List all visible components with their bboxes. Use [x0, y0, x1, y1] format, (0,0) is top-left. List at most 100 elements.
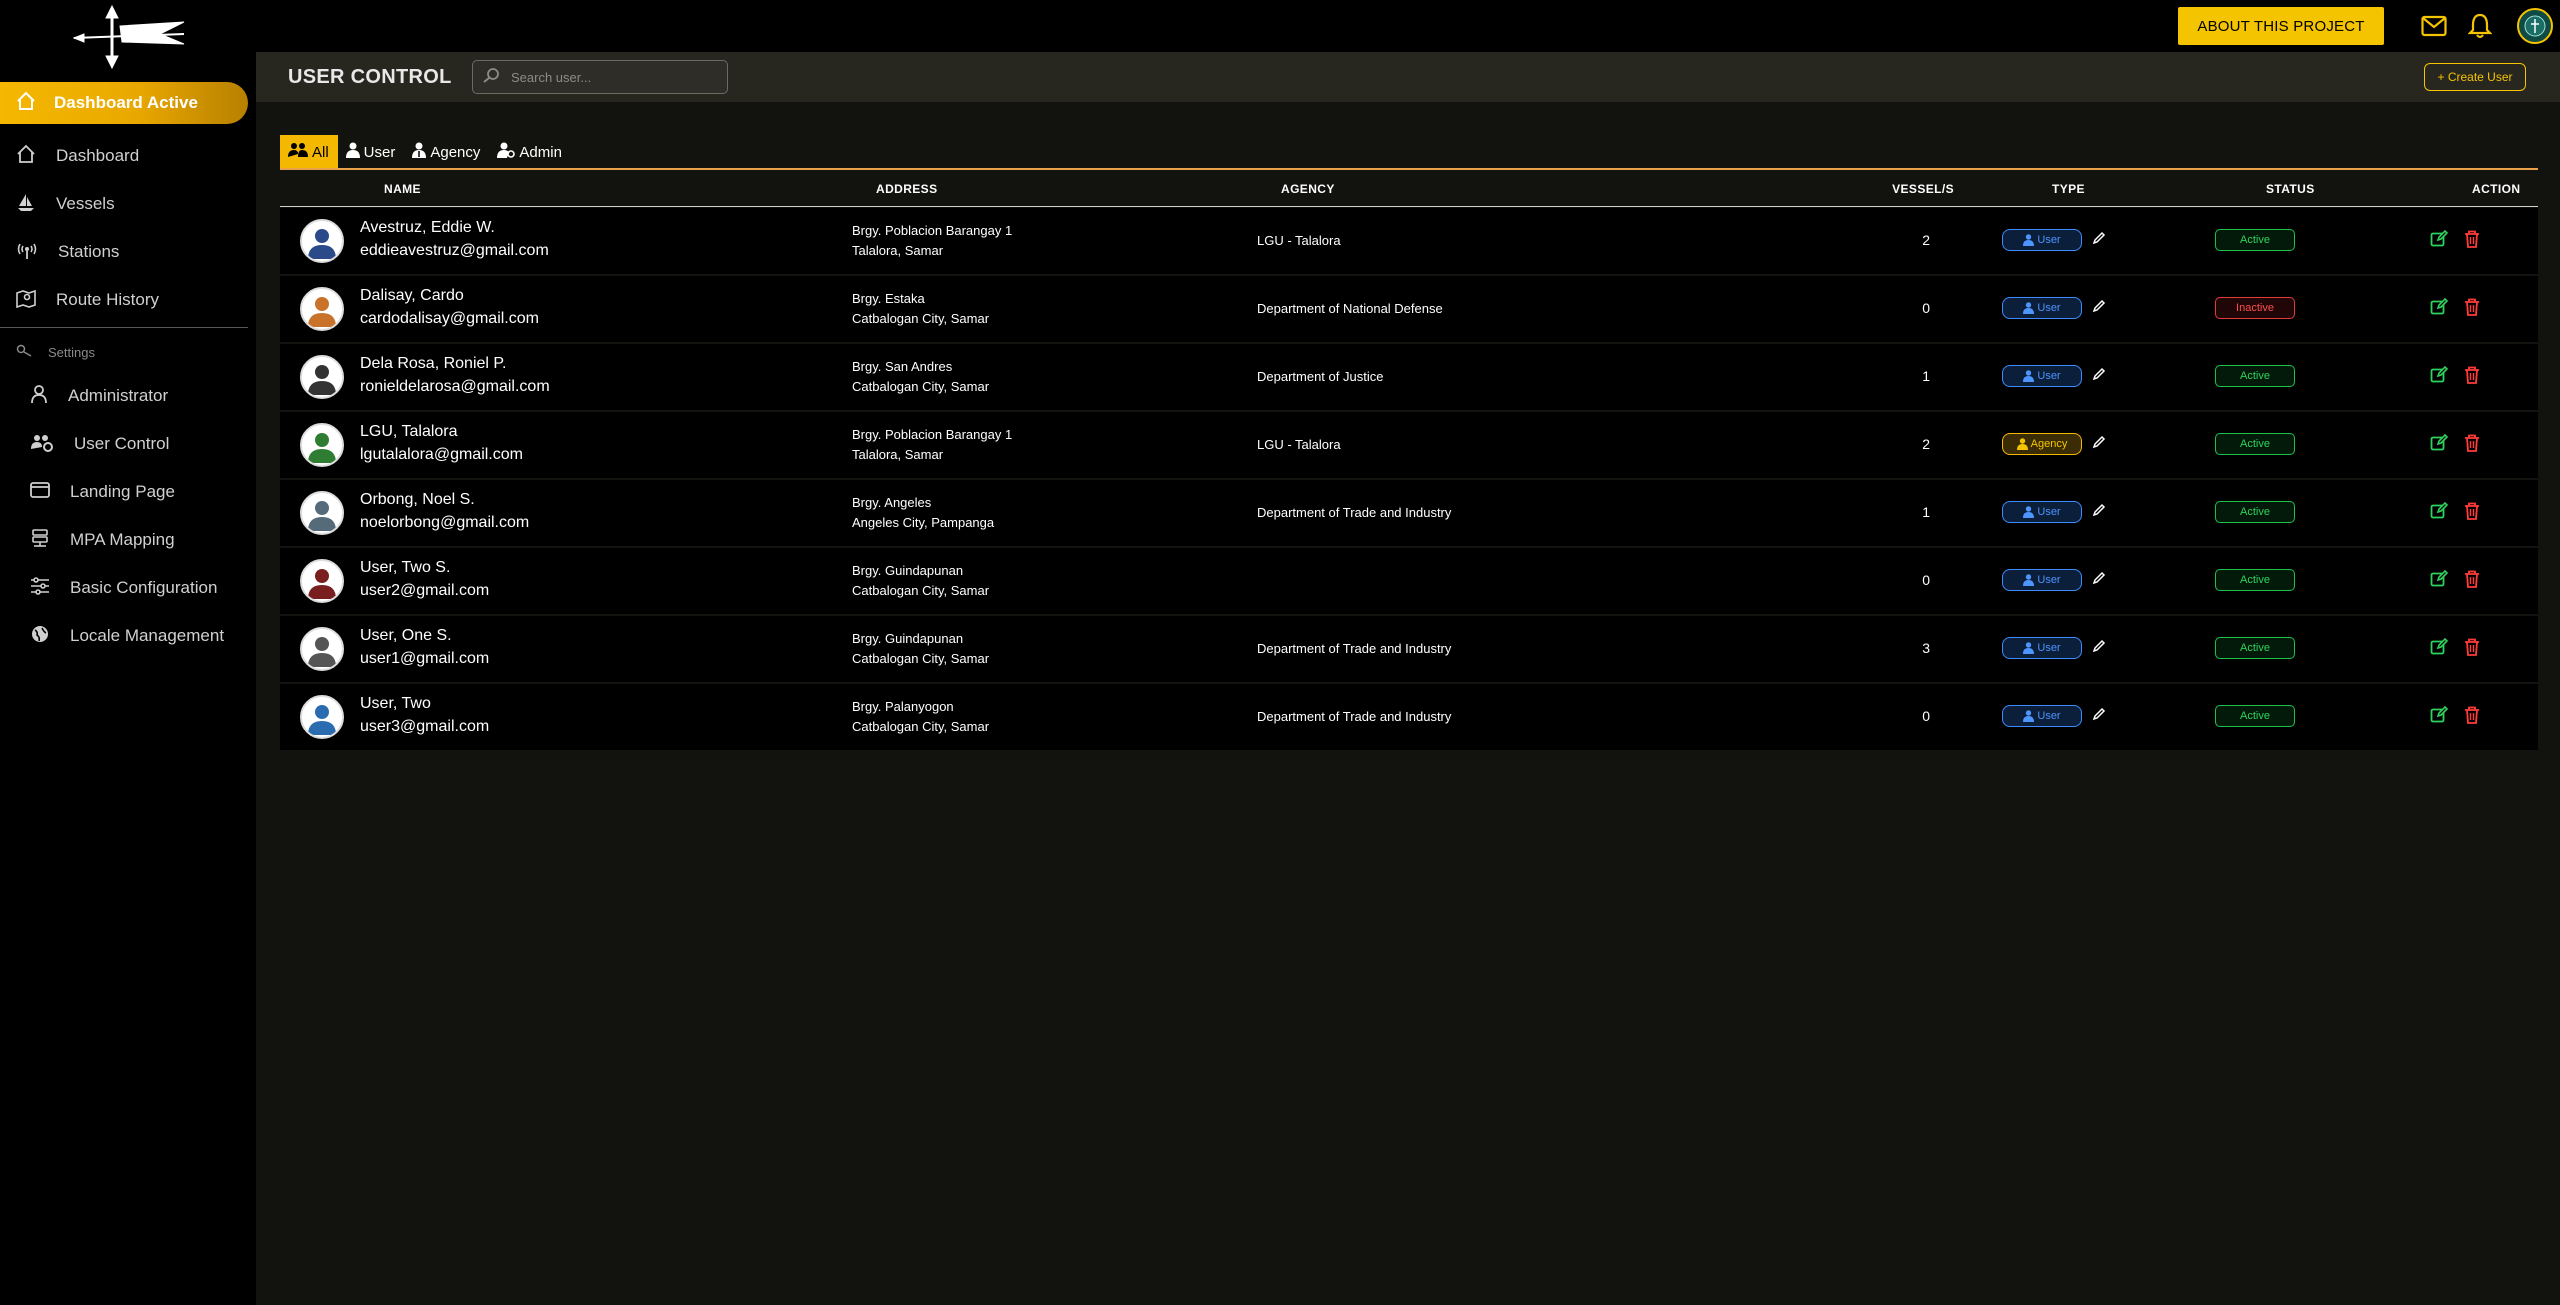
antenna-icon	[16, 240, 38, 265]
tab-user[interactable]: User	[338, 135, 405, 169]
trash-icon[interactable]	[2464, 230, 2480, 253]
sliders-icon	[30, 576, 50, 600]
sidebar-item-landing-page[interactable]: Landing Page	[0, 472, 250, 512]
edit-icon[interactable]	[2430, 569, 2449, 593]
address-line-1: Brgy. Estaka	[852, 291, 925, 306]
pencil-icon[interactable]	[2092, 367, 2106, 386]
sidebar-item-dashboard-active[interactable]: Dashboard Active	[0, 82, 248, 124]
user-name: User, Two	[360, 695, 431, 712]
edit-icon[interactable]	[2430, 297, 2449, 321]
search-box[interactable]	[472, 60, 728, 94]
trash-icon[interactable]	[2464, 502, 2480, 525]
user-avatar	[300, 627, 344, 671]
pencil-icon[interactable]	[2092, 707, 2106, 726]
user-avatar	[300, 287, 344, 331]
sidebar-item-vessels[interactable]: Vessels	[0, 184, 250, 224]
tab-admin[interactable]: Admin	[489, 135, 571, 169]
sidebar-item-locale-management[interactable]: Locale Management	[0, 616, 250, 656]
bell-icon[interactable]	[2466, 12, 2494, 40]
vessel-count: 0	[1922, 572, 1930, 588]
status-badge: Active	[2215, 501, 2295, 523]
type-label: User	[2037, 506, 2061, 518]
page-header: USER CONTROL + Create User	[256, 52, 2560, 102]
vessel-count: 3	[1922, 640, 1930, 656]
user-avatar	[300, 355, 344, 399]
agency-name: Department of Trade and Industry	[1257, 505, 1452, 520]
edit-icon[interactable]	[2430, 229, 2449, 253]
edit-icon[interactable]	[2430, 637, 2449, 661]
status-badge: Active	[2215, 229, 2295, 251]
profile-avatar[interactable]	[2517, 8, 2553, 44]
sidebar-item-stations[interactable]: Stations	[0, 232, 250, 272]
edit-icon[interactable]	[2430, 501, 2449, 525]
about-project-button[interactable]: ABOUT THIS PROJECT	[2178, 7, 2384, 45]
mail-icon[interactable]	[2420, 12, 2448, 40]
edit-icon[interactable]	[2430, 433, 2449, 457]
type-label: User	[2037, 574, 2061, 586]
trash-icon[interactable]	[2464, 570, 2480, 593]
address-line-1: Brgy. Guindapunan	[852, 563, 964, 578]
pencil-icon[interactable]	[2092, 435, 2106, 454]
sidebar-item-label: MPA Mapping	[70, 530, 175, 549]
tab-all[interactable]: All	[280, 135, 338, 169]
tab-agency[interactable]: Agency	[404, 135, 489, 169]
table-row[interactable]: User, Two S. user2@gmail.com Brgy. Guind…	[280, 548, 2538, 614]
settings-link-icon	[16, 344, 34, 361]
type-label: User	[2037, 370, 2061, 382]
table-row[interactable]: Orbong, Noel S. noelorbong@gmail.com Brg…	[280, 480, 2538, 546]
avatar-icon	[308, 433, 336, 463]
table-row[interactable]: Dela Rosa, Roniel P. ronieldelarosa@gmai…	[280, 344, 2538, 410]
table-row[interactable]: User, Two user3@gmail.com Brgy. Palanyog…	[280, 684, 2538, 750]
sidebar-item-administrator[interactable]: Administrator	[0, 376, 250, 416]
user-name: Dela Rosa, Roniel P.	[360, 355, 507, 372]
col-header-action: ACTION	[2472, 182, 2521, 196]
address-line-2: Catbalogan City, Samar	[852, 651, 990, 666]
user-email: user3@gmail.com	[360, 718, 490, 735]
page-title: USER CONTROL	[288, 66, 452, 88]
sidebar-item-dashboard[interactable]: Dashboard	[0, 136, 250, 176]
pencil-icon[interactable]	[2092, 571, 2106, 590]
edit-icon[interactable]	[2430, 365, 2449, 389]
type-badge: User	[2002, 297, 2082, 319]
user-email: lgutalalora@gmail.com	[360, 446, 523, 463]
home-icon	[16, 91, 36, 116]
trash-icon[interactable]	[2464, 298, 2480, 321]
user-email: noelorbong@gmail.com	[360, 514, 530, 531]
pencil-icon[interactable]	[2092, 639, 2106, 658]
address-line-2: Catbalogan City, Samar	[852, 311, 990, 326]
user-email: ronieldelarosa@gmail.com	[360, 378, 550, 395]
avatar-icon	[308, 705, 336, 735]
pencil-icon[interactable]	[2092, 299, 2106, 318]
app-logo[interactable]	[60, 4, 190, 70]
table-row[interactable]: User, One S. user1@gmail.com Brgy. Guind…	[280, 616, 2538, 682]
pencil-icon[interactable]	[2092, 231, 2106, 250]
create-user-button[interactable]: + Create User	[2424, 63, 2526, 91]
agency-name: Department of Trade and Industry	[1257, 641, 1452, 656]
type-label: Agency	[2030, 438, 2068, 450]
user-avatar	[300, 423, 344, 467]
trash-icon[interactable]	[2464, 638, 2480, 661]
type-label: User	[2037, 642, 2061, 654]
address-line-2: Catbalogan City, Samar	[852, 379, 990, 394]
sidebar-item-basic-configuration[interactable]: Basic Configuration	[0, 568, 250, 608]
address-line-1: Brgy. Poblacion Barangay 1	[852, 427, 1013, 442]
sailboat-icon	[16, 192, 36, 217]
address-line-1: Brgy. Palanyogon	[852, 699, 954, 714]
address-line-2: Angeles City, Pampanga	[852, 515, 995, 530]
pencil-icon[interactable]	[2092, 503, 2106, 522]
search-input[interactable]	[511, 69, 711, 85]
user-email: cardodalisay@gmail.com	[360, 310, 539, 327]
sidebar-item-user-control[interactable]: User Control	[0, 424, 250, 464]
sidebar-item-route-history[interactable]: Route History	[0, 280, 250, 320]
sidebar-item-mpa-mapping[interactable]: MPA Mapping	[0, 520, 250, 560]
trash-icon[interactable]	[2464, 706, 2480, 729]
table-row[interactable]: Dalisay, Cardo cardodalisay@gmail.com Br…	[280, 276, 2538, 342]
table-row[interactable]: LGU, Talalora lgutalalora@gmail.com Brgy…	[280, 412, 2538, 478]
trash-icon[interactable]	[2464, 434, 2480, 457]
table-row[interactable]: Avestruz, Eddie W. eddieavestruz@gmail.c…	[280, 208, 2538, 274]
edit-icon[interactable]	[2430, 705, 2449, 729]
trash-icon[interactable]	[2464, 366, 2480, 389]
type-label: User	[2037, 302, 2061, 314]
sidebar-active-label: Dashboard Active	[54, 93, 198, 112]
sidebar-item-label: Landing Page	[70, 482, 175, 501]
